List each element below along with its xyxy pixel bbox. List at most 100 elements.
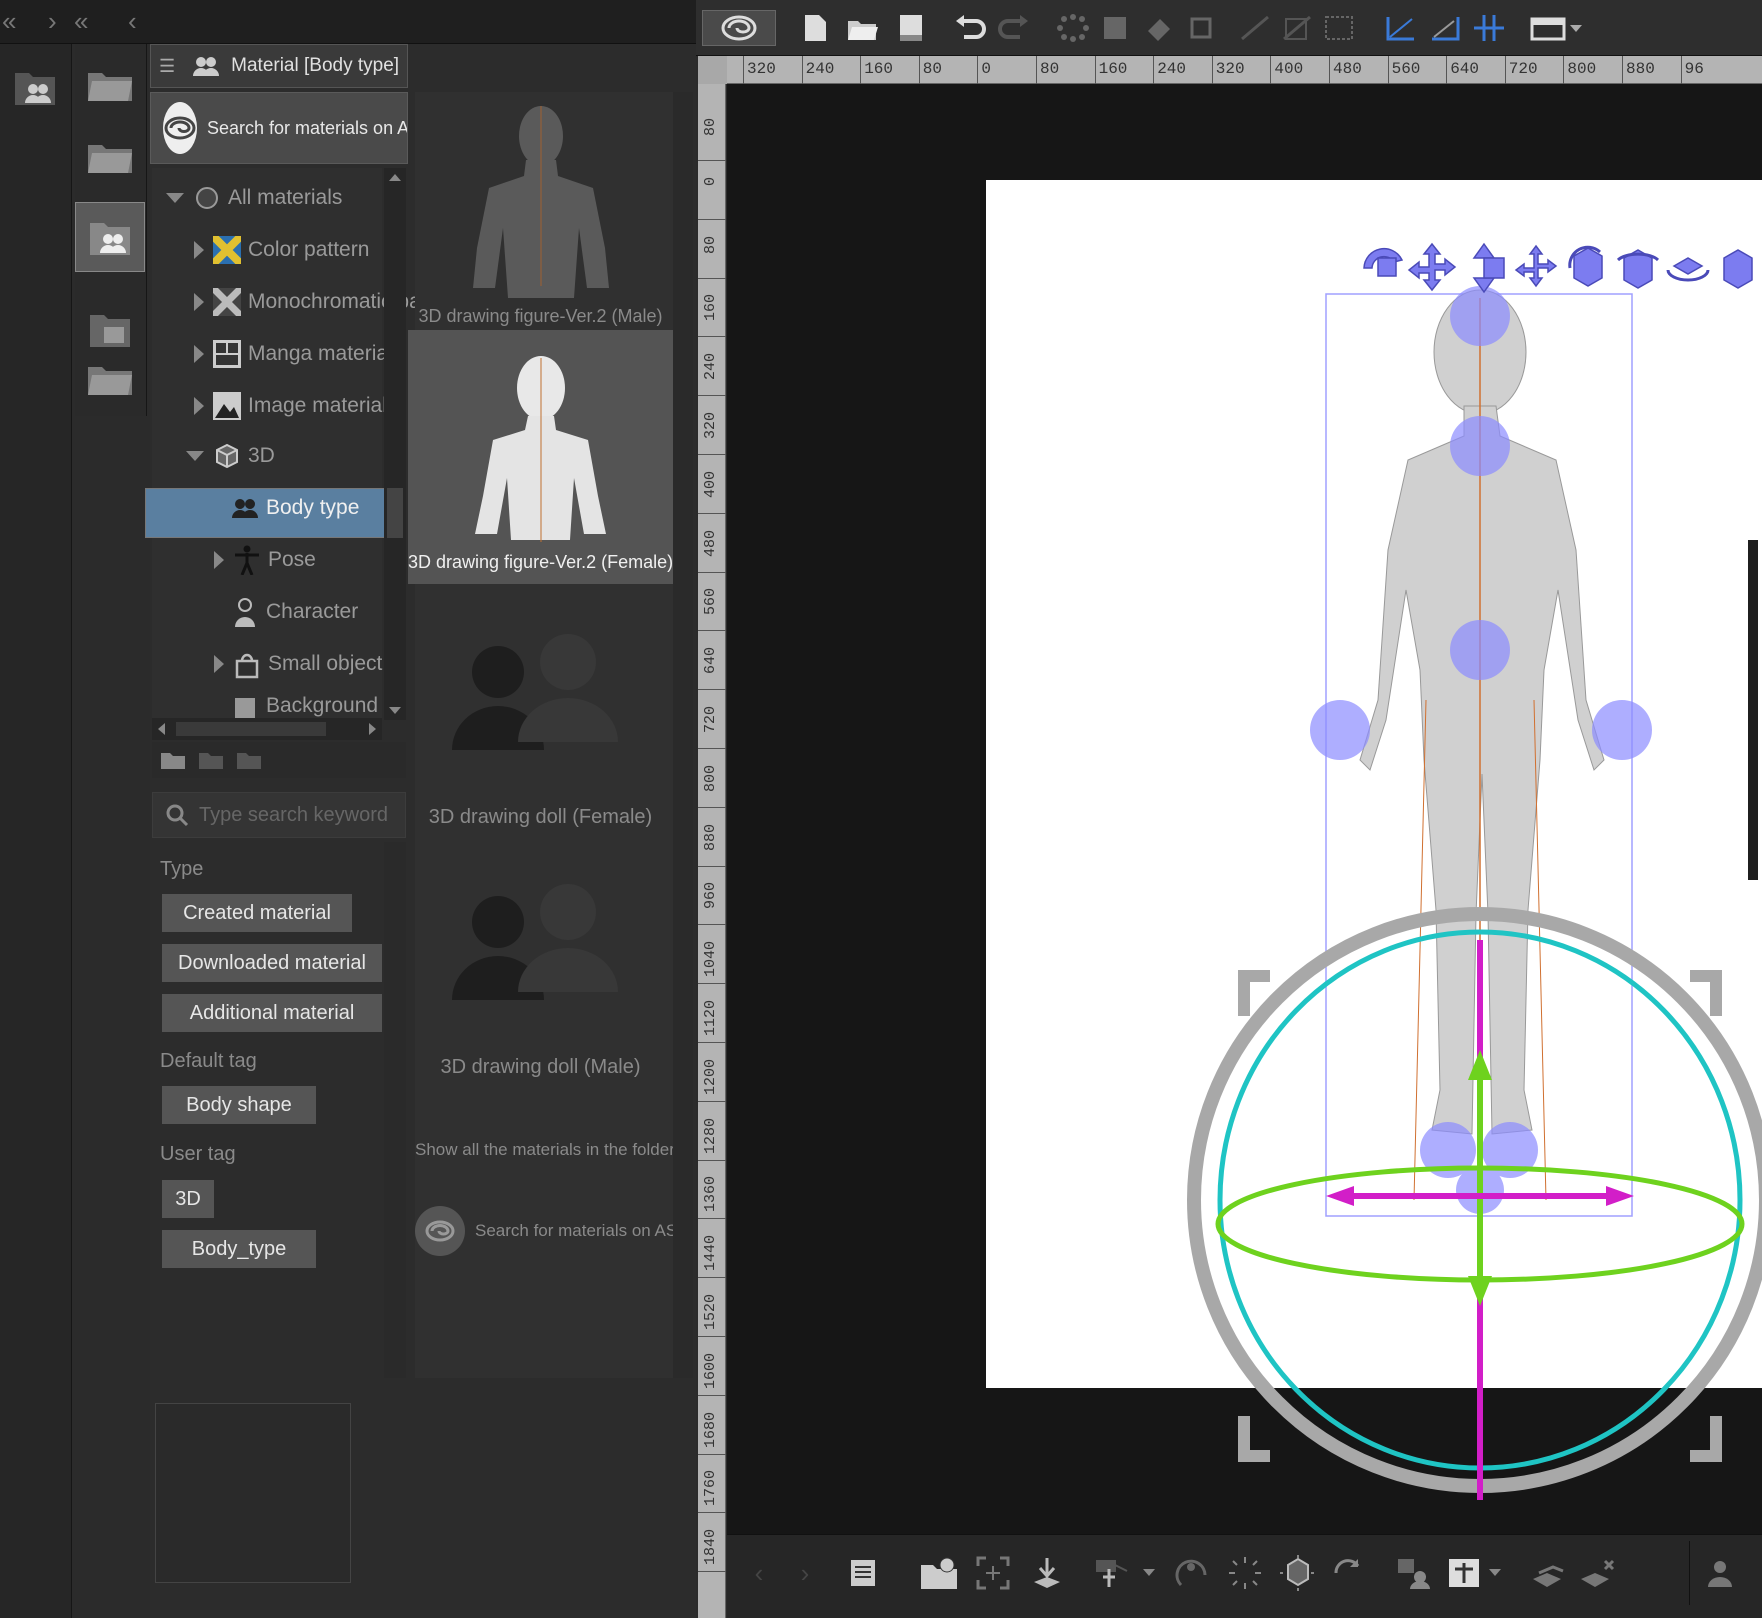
add-subfolder-icon[interactable] xyxy=(198,750,224,770)
tag-additional-material[interactable]: Additional material xyxy=(162,994,382,1032)
material-card-female-doll[interactable]: 3D drawing doll (Female) xyxy=(408,620,673,840)
canvas-display-dropdown[interactable] xyxy=(1526,10,1586,46)
folder-icon-3[interactable] xyxy=(75,344,145,414)
reset-model-icon[interactable] xyxy=(1275,1551,1319,1595)
ruler-tick-label: 80 xyxy=(702,235,719,254)
list-scrollbar[interactable] xyxy=(673,92,693,1378)
ruler-tick xyxy=(1270,56,1272,84)
tag-body-type[interactable]: Body_type xyxy=(162,1230,316,1268)
show-all-materials-link[interactable]: Show all the materials in the folder. xyxy=(415,1140,673,1160)
tree-item-pose[interactable]: Pose xyxy=(214,538,316,582)
transform-icon[interactable] xyxy=(1182,10,1220,46)
ruler-tick-label: 80 xyxy=(1040,60,1060,78)
tree-item-small-object[interactable]: Small object xyxy=(214,642,382,686)
expand-arrow-icon[interactable] xyxy=(194,345,204,363)
tree-item-background[interactable]: Background xyxy=(230,694,378,718)
material-palette-icon[interactable] xyxy=(0,52,70,122)
tree-horizontal-scrollbar[interactable] xyxy=(152,718,382,740)
scroll-thumb[interactable] xyxy=(387,488,403,538)
expand-arrow-icon[interactable] xyxy=(214,551,224,569)
frame-object-icon[interactable] xyxy=(971,1551,1015,1595)
folder-icon[interactable] xyxy=(75,50,145,120)
folder-icon-2[interactable] xyxy=(75,122,145,192)
body-shape-dropdown[interactable] xyxy=(1443,1551,1513,1595)
search-input[interactable] xyxy=(199,803,399,827)
collapse-left-icon[interactable]: « xyxy=(2,8,16,34)
tree-item-body-type[interactable]: Body type xyxy=(230,486,359,530)
clear-icon[interactable] xyxy=(1054,10,1092,46)
chevron-right-icon[interactable]: › xyxy=(783,1551,827,1595)
tree-item-manga-material[interactable]: Manga material xyxy=(194,332,393,376)
tree-item-character[interactable]: Character xyxy=(230,590,358,634)
tag-3d[interactable]: 3D xyxy=(162,1180,214,1218)
assets-button[interactable] xyxy=(702,10,776,46)
grid-snap-icon[interactable] xyxy=(1470,10,1508,46)
clear-outside-icon[interactable] xyxy=(1096,10,1134,46)
material-card-male-figure[interactable]: 3D drawing figure-Ver.2 (Male) xyxy=(408,98,673,330)
register-material-icon[interactable] xyxy=(1391,1551,1435,1595)
new-file-icon[interactable] xyxy=(796,10,834,46)
scroll-thumb[interactable] xyxy=(176,722,326,736)
chevron-left-icon[interactable]: ‹ xyxy=(737,1551,781,1595)
panel-title-bar[interactable]: ☰ Material [Body type] xyxy=(150,44,408,88)
delete-object-icon[interactable] xyxy=(1575,1551,1619,1595)
horizontal-ruler[interactable]: 320 240 160 80 0 80 160 240 320 400 480 560 640 720 80… xyxy=(727,56,1762,84)
grid-icon[interactable] xyxy=(1320,10,1358,46)
tag-downloaded-material[interactable]: Downloaded material xyxy=(162,944,382,982)
ruler-snap-icon[interactable] xyxy=(1382,10,1420,46)
expand-arrow-icon[interactable] xyxy=(194,293,204,311)
reset-rotation-icon[interactable] xyxy=(1223,1551,1267,1595)
chevron-right-icon[interactable]: › xyxy=(48,8,57,34)
tree-item-all-materials[interactable]: All materials xyxy=(166,176,342,220)
panel-menu-icon[interactable]: ☰ xyxy=(159,56,175,77)
scroll-left-icon[interactable] xyxy=(158,723,165,735)
hide-object-icon[interactable] xyxy=(1527,1551,1571,1595)
scroll-up-icon[interactable] xyxy=(389,174,401,181)
canvas-scrollbar[interactable] xyxy=(1748,540,1758,880)
undo-icon[interactable] xyxy=(952,10,990,46)
collapse-arrow-icon[interactable] xyxy=(186,451,204,461)
special-ruler-snap-icon[interactable] xyxy=(1426,10,1464,46)
expand-arrow-icon[interactable] xyxy=(194,397,204,415)
vertical-ruler[interactable]: 80 0 80 160 240 320 400 480 560 640 720 800 880 960 10… xyxy=(698,84,726,1618)
body-type-folder-icon[interactable] xyxy=(75,202,145,272)
expand-arrow-icon[interactable] xyxy=(214,655,224,673)
fill-icon[interactable] xyxy=(1140,10,1178,46)
delete-folder-icon[interactable] xyxy=(236,750,262,770)
tree-item-3d[interactable]: 3D xyxy=(186,434,275,478)
assets-search-link[interactable]: Search for materials on ASSETS xyxy=(415,1204,673,1258)
reset-pose-icon[interactable] xyxy=(1171,1551,1215,1595)
rotate-plane-icon xyxy=(1616,249,1660,289)
collapse-arrow-icon[interactable] xyxy=(166,193,184,203)
tree-item-label: Character xyxy=(266,600,359,623)
tree-item-color-pattern[interactable]: Color pattern xyxy=(194,228,369,272)
object-list-icon[interactable] xyxy=(841,1551,885,1595)
camera-preview-icon[interactable] xyxy=(1689,1541,1762,1605)
tree-item-image-material[interactable]: Image material xyxy=(194,384,387,428)
material-card-male-doll[interactable]: 3D drawing doll (Male) xyxy=(408,870,673,1090)
assets-search-button[interactable]: Search for materials on ASSETS xyxy=(150,92,408,164)
reset-all-icon[interactable] xyxy=(1327,1551,1371,1595)
tag-body-shape[interactable]: Body shape xyxy=(162,1086,316,1124)
new-folder-icon[interactable] xyxy=(160,750,186,770)
load-material-icon[interactable] xyxy=(917,1551,961,1595)
scroll-right-icon[interactable] xyxy=(369,723,376,735)
collapse-left-icon-2[interactable]: « xyxy=(74,8,88,34)
invert-selection-icon[interactable] xyxy=(1278,10,1316,46)
keyword-search[interactable] xyxy=(152,792,406,838)
ground-object-icon[interactable] xyxy=(1025,1551,1069,1595)
scroll-down-icon[interactable] xyxy=(389,707,401,714)
tag-created-material[interactable]: Created material xyxy=(162,894,352,932)
save-icon[interactable] xyxy=(892,10,930,46)
folder-rail xyxy=(75,44,147,416)
chevron-left-icon[interactable]: ‹ xyxy=(128,8,137,34)
material-card-female-figure[interactable]: 3D drawing figure-Ver.2 (Female) xyxy=(408,334,673,582)
redo-icon[interactable] xyxy=(994,10,1032,46)
deselect-icon[interactable] xyxy=(1236,10,1274,46)
filter-scrollbar[interactable] xyxy=(384,842,406,1382)
expand-arrow-icon[interactable] xyxy=(194,241,204,259)
pose-dropdown[interactable] xyxy=(1091,1551,1161,1595)
3d-figure-scene[interactable] xyxy=(986,180,1762,1510)
open-file-icon[interactable] xyxy=(844,10,882,46)
tree-vertical-scrollbar[interactable] xyxy=(384,168,406,720)
